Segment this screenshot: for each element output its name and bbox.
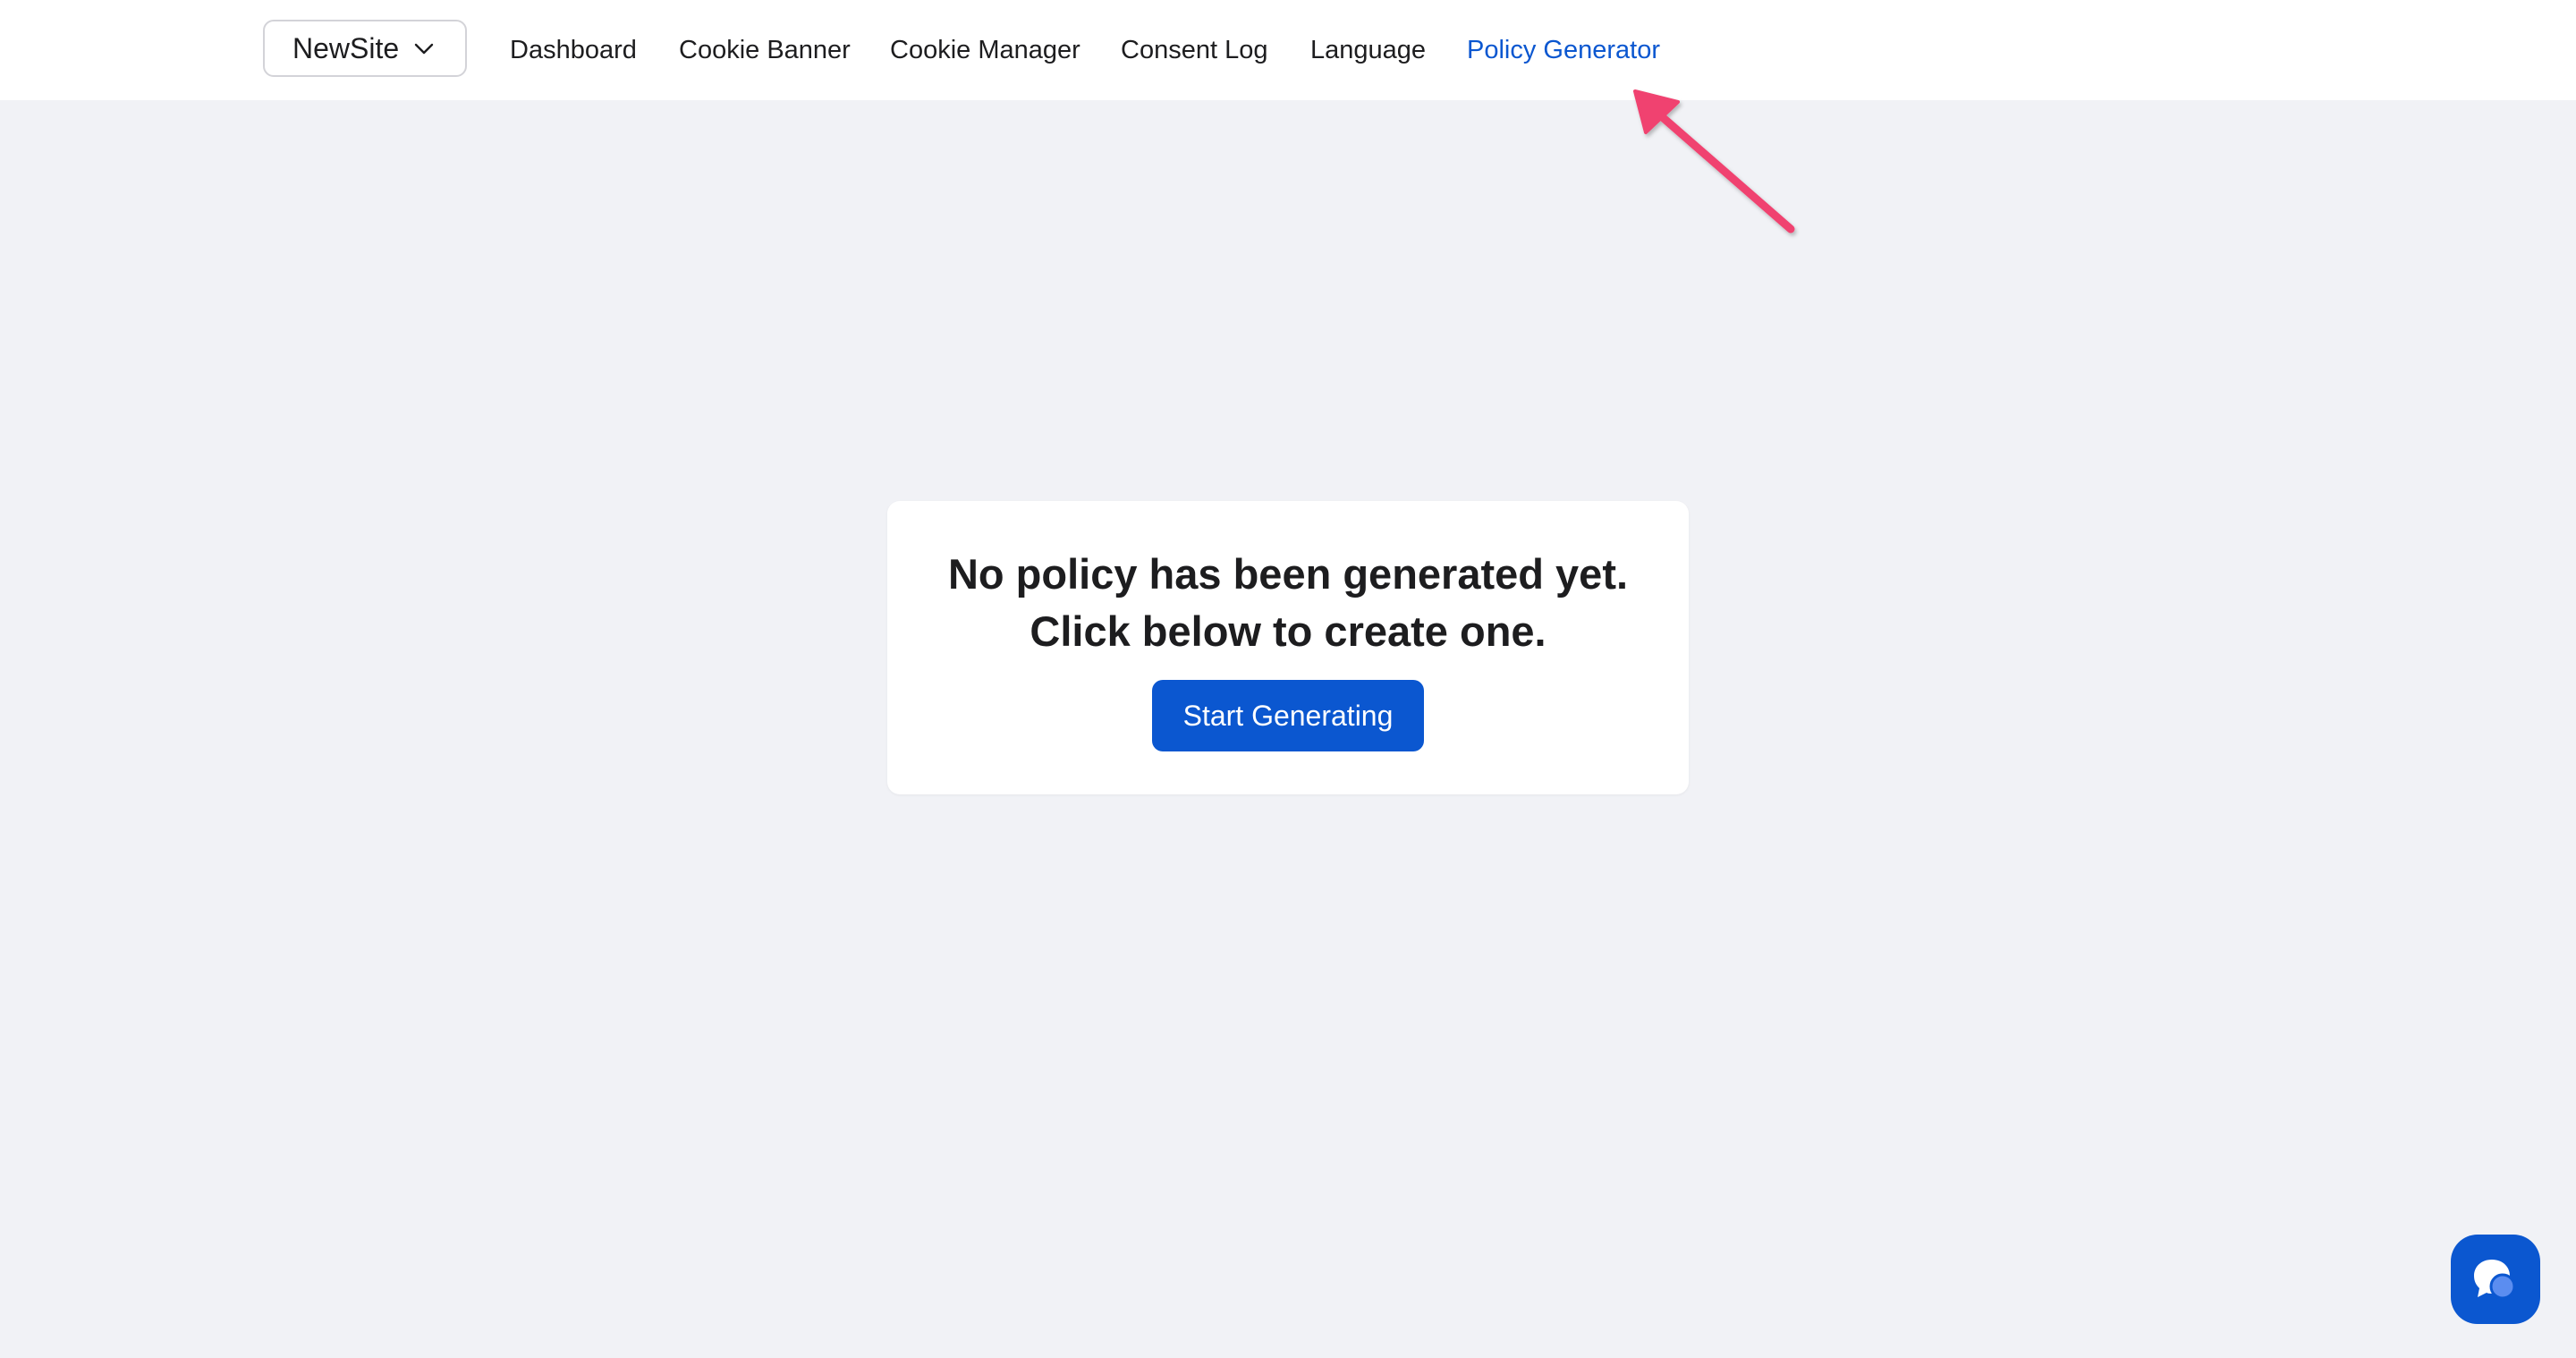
empty-state-card: No policy has been generated yet. Click …: [887, 501, 1689, 794]
chevron-down-icon: [414, 43, 434, 55]
top-navigation-bar: NewSite Dashboard Cookie Banner Cookie M…: [0, 0, 2576, 100]
nav-item-cookie-manager[interactable]: Cookie Manager: [890, 32, 1080, 68]
site-selector-label: NewSite: [292, 31, 400, 64]
start-generating-button[interactable]: Start Generating: [1152, 680, 1424, 751]
nav-item-language[interactable]: Language: [1310, 32, 1426, 68]
empty-state-message: No policy has been generated yet. Click …: [887, 546, 1689, 660]
chat-bubble-icon: [2474, 1260, 2516, 1300]
nav-item-dashboard[interactable]: Dashboard: [510, 32, 637, 68]
pointer-arrow-icon: [1633, 89, 1795, 233]
nav-item-policy-generator[interactable]: Policy Generator: [1467, 32, 1660, 68]
empty-state-line-2: Click below to create one.: [1030, 607, 1546, 655]
nav-item-cookie-banner[interactable]: Cookie Banner: [679, 32, 851, 68]
site-selector-dropdown[interactable]: NewSite: [263, 20, 467, 77]
nav-item-consent-log[interactable]: Consent Log: [1121, 32, 1267, 68]
empty-state-line-1: No policy has been generated yet.: [947, 550, 1629, 598]
chat-widget-button[interactable]: [2451, 1235, 2540, 1324]
